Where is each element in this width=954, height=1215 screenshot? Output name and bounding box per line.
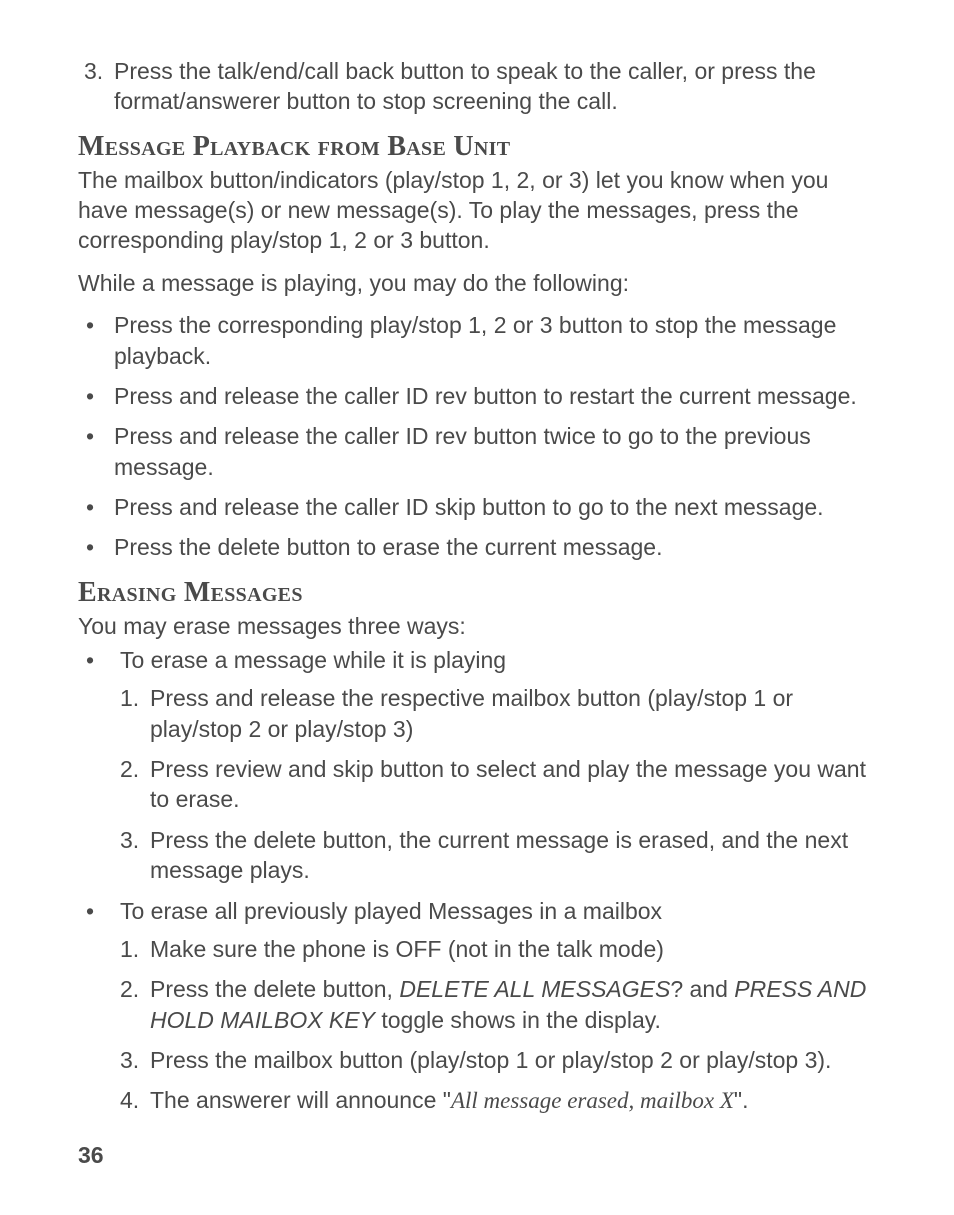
- erase-while-playing-group: To erase a message while it is playing P…: [114, 645, 876, 886]
- step: Press the delete button, the current mes…: [150, 825, 876, 886]
- group-title: To erase all previously played Messages …: [120, 898, 662, 924]
- playback-bullet: Press and release the caller ID rev butt…: [114, 381, 876, 411]
- heading-erasing-messages: Erasing Messages: [78, 577, 876, 609]
- step: Press and release the respective mailbox…: [150, 683, 876, 744]
- erasing-intro: You may erase messages three ways:: [78, 611, 876, 641]
- erase-all-group: To erase all previously played Messages …: [114, 896, 876, 1117]
- announcement-quote: All message erased, mailbox X: [451, 1088, 734, 1113]
- playback-bullet: Press and release the caller ID rev butt…: [114, 421, 876, 482]
- text: The answerer will announce ": [150, 1087, 451, 1113]
- text: Press the delete button,: [150, 976, 399, 1002]
- playback-intro: The mailbox button/indicators (play/stop…: [78, 165, 876, 256]
- step-3: Press the talk/end/call back button to s…: [114, 56, 876, 117]
- erase-all-steps: Make sure the phone is OFF (not in the t…: [114, 934, 876, 1117]
- text: ".: [734, 1087, 749, 1113]
- playback-bullets: Press the corresponding play/stop 1, 2 o…: [78, 310, 876, 563]
- group-title: To erase a message while it is playing: [120, 647, 506, 673]
- playback-bullet: Press and release the caller ID skip but…: [114, 492, 876, 522]
- step: Press review and skip button to select a…: [150, 754, 876, 815]
- text: ? and: [670, 976, 734, 1002]
- continued-step-list: Press the talk/end/call back button to s…: [78, 56, 876, 117]
- playback-bullet: Press the delete button to erase the cur…: [114, 532, 876, 562]
- page-number: 36: [78, 1142, 104, 1169]
- erase-while-playing-steps: Press and release the respective mailbox…: [114, 683, 876, 885]
- playback-lead: While a message is playing, you may do t…: [78, 268, 876, 298]
- document-page: Press the talk/end/call back button to s…: [0, 0, 954, 1215]
- step: Press the delete button, DELETE ALL MESS…: [150, 974, 876, 1035]
- step: Press the mailbox button (play/stop 1 or…: [150, 1045, 876, 1075]
- playback-bullet: Press the corresponding play/stop 1, 2 o…: [114, 310, 876, 371]
- erasing-groups: To erase a message while it is playing P…: [78, 645, 876, 1117]
- step: The answerer will announce "All message …: [150, 1085, 876, 1116]
- step: Make sure the phone is OFF (not in the t…: [150, 934, 876, 964]
- text: toggle shows in the display.: [375, 1007, 661, 1033]
- delete-all-messages-label: DELETE ALL MESSAGES: [399, 976, 670, 1002]
- heading-message-playback: Message Playback from Base Unit: [78, 131, 876, 163]
